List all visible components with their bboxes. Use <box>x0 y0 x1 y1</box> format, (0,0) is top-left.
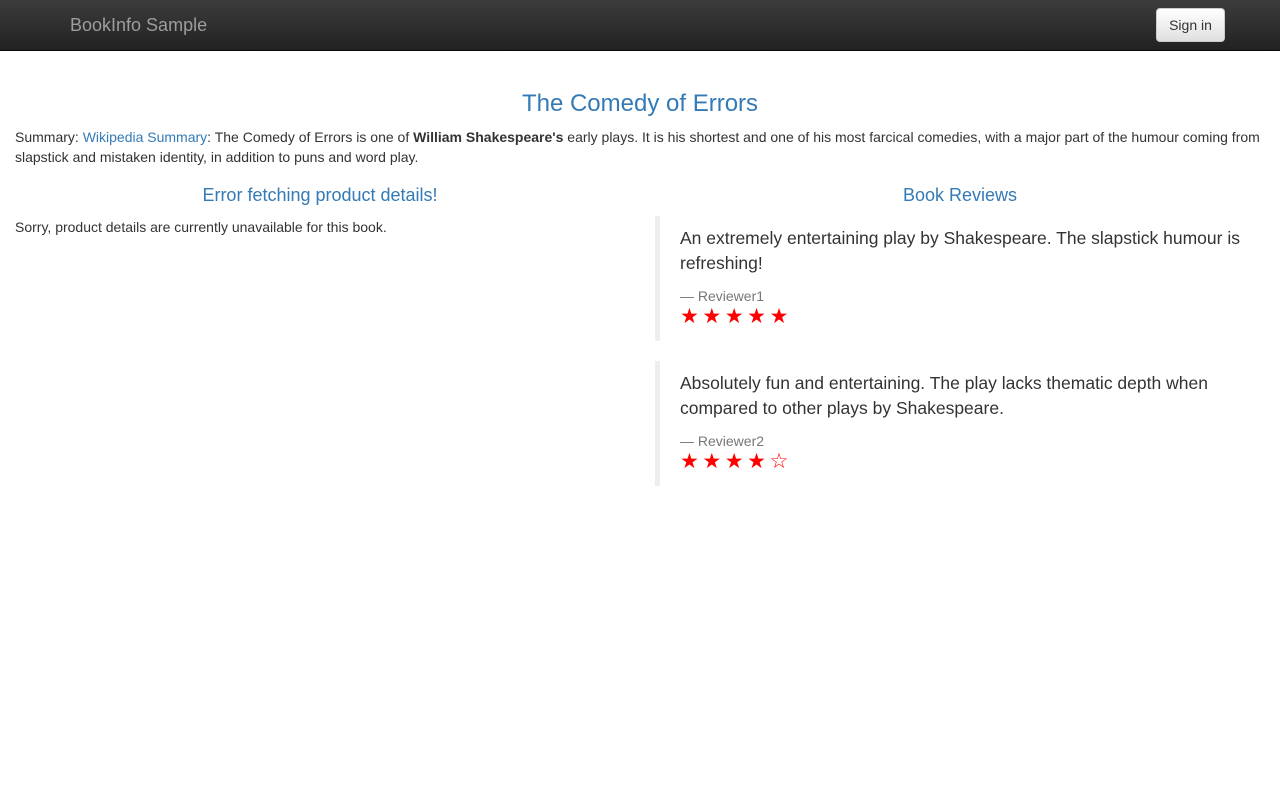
star-rating: ★ ★ ★ ★ ★ <box>680 305 1245 327</box>
brand-link[interactable]: BookInfo Sample <box>70 14 207 36</box>
details-error-message: Sorry, product details are currently una… <box>15 219 387 235</box>
star-filled-icon: ★ <box>680 304 699 328</box>
product-summary: Summary: Wikipedia Summary: The Comedy o… <box>15 127 1267 167</box>
summary-author: William Shakespeare's <box>413 129 564 145</box>
star-rating: ★ ★ ★ ★ ☆ <box>680 450 1245 472</box>
summary-prefix: Summary: <box>15 129 83 145</box>
star-filled-icon: ★ <box>747 449 766 473</box>
star-filled-icon: ★ <box>747 304 766 328</box>
star-filled-icon: ★ <box>680 449 699 473</box>
star-filled-icon: ★ <box>724 449 744 473</box>
star-filled-icon: ★ <box>769 304 789 328</box>
review-item: An extremely entertaining play by Shakes… <box>655 216 1265 341</box>
review-text: Absolutely fun and entertaining. The pla… <box>680 373 1208 418</box>
review-text: An extremely entertaining play by Shakes… <box>680 228 1240 273</box>
reviews-title: Book Reviews <box>902 185 1018 205</box>
review-item: Absolutely fun and entertaining. The pla… <box>655 361 1265 486</box>
navbar: BookInfo Sample Sign in <box>0 0 1280 51</box>
summary-text-1: : The Comedy of Errors is one of <box>207 129 414 145</box>
details-error-title: Error fetching product details! <box>202 185 438 205</box>
review-author: — Reviewer2 <box>680 433 765 449</box>
star-filled-icon: ★ <box>702 449 722 473</box>
star-filled-icon: ★ <box>724 304 744 328</box>
star-filled-icon: ★ <box>702 304 722 328</box>
star-empty-icon: ☆ <box>769 449 789 473</box>
page-title: The Comedy of Errors <box>521 90 759 117</box>
review-author: — Reviewer1 <box>680 288 765 304</box>
sign-in-button[interactable]: Sign in <box>1156 8 1225 42</box>
wikipedia-summary-link[interactable]: Wikipedia Summary <box>83 129 207 145</box>
